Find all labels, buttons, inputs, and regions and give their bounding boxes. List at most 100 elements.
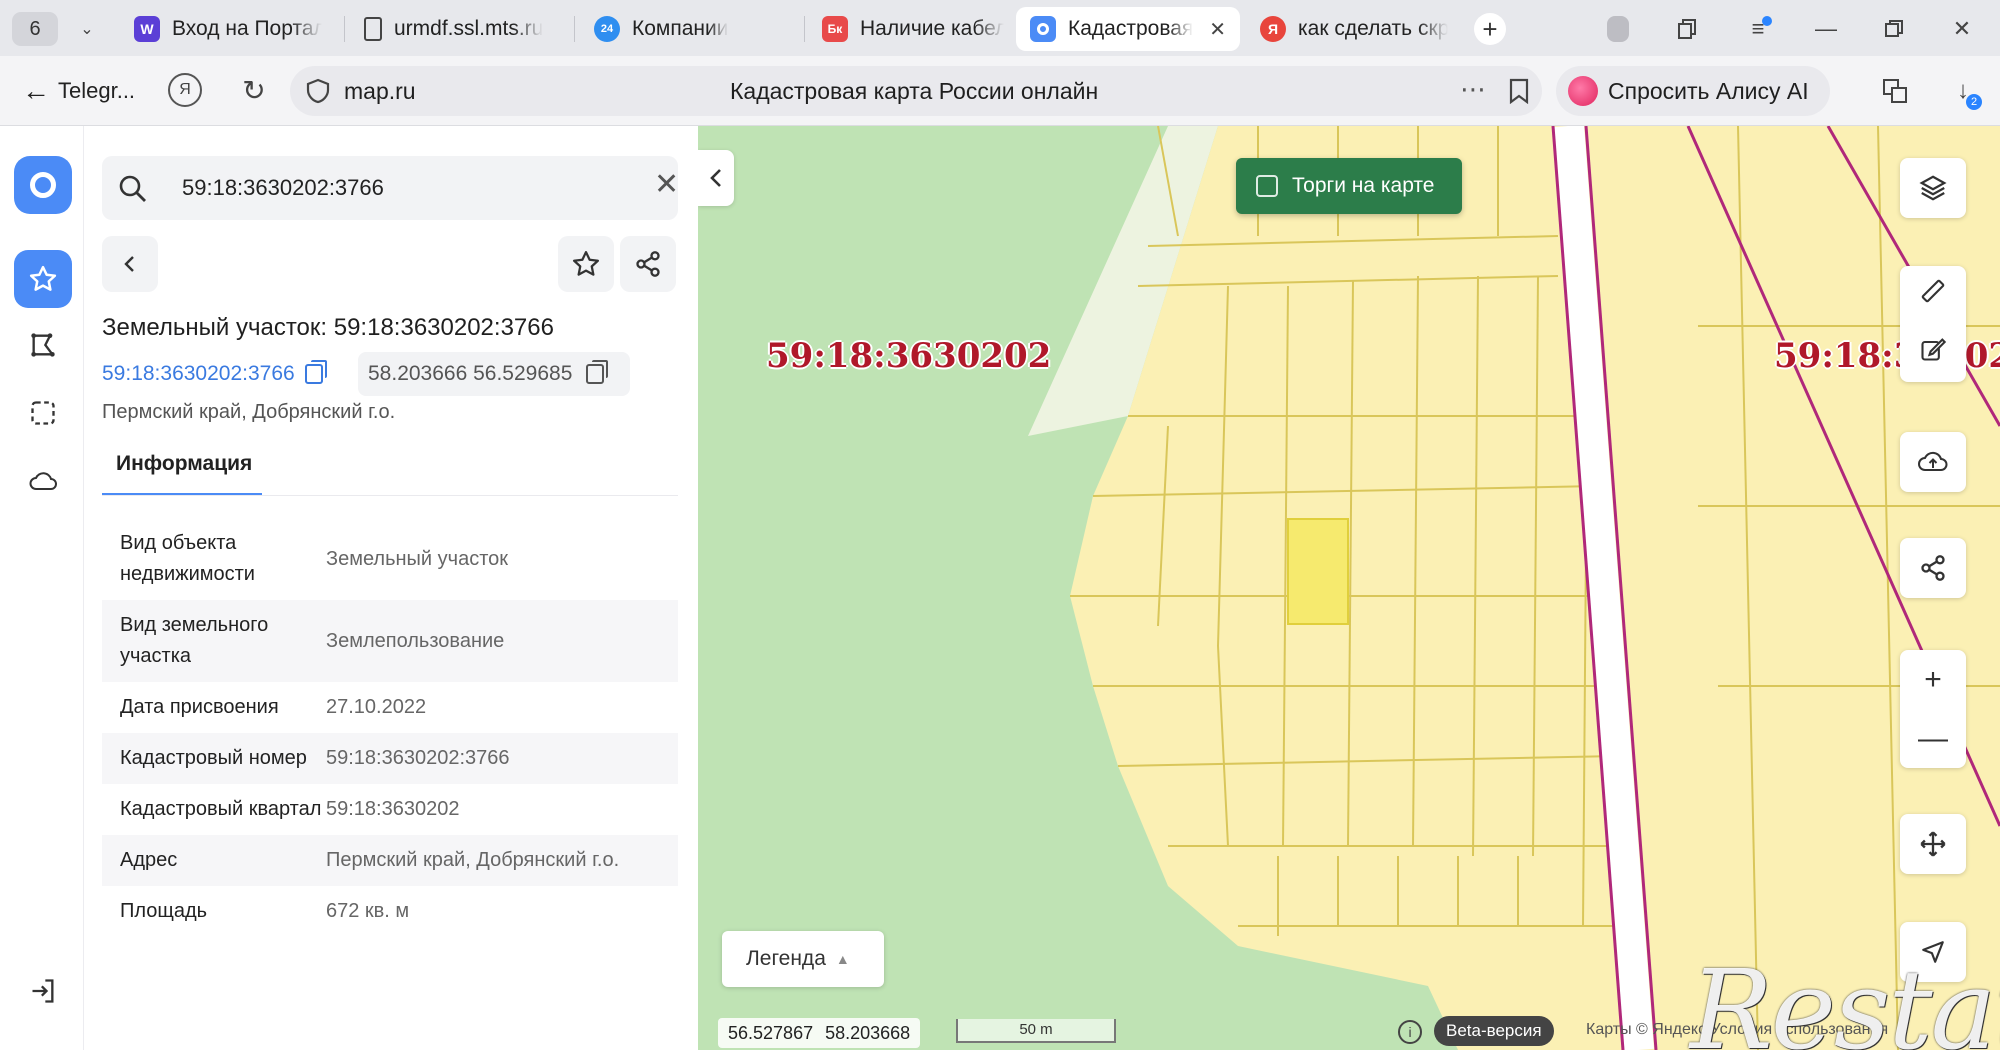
- legend-label: Легенда: [746, 947, 826, 970]
- tab-count-button[interactable]: 6: [12, 12, 58, 46]
- reload-icon[interactable]: ↻: [236, 72, 272, 108]
- ask-alice-button[interactable]: Спросить Алису AI: [1556, 66, 1830, 116]
- copy-icon[interactable]: [304, 360, 327, 384]
- more-icon[interactable]: ⋯: [1460, 74, 1487, 105]
- auctions-toggle[interactable]: Торги на карте: [1236, 158, 1462, 214]
- beta-badge[interactable]: Beta-версия: [1434, 1016, 1554, 1046]
- edit-icon[interactable]: [1900, 335, 1966, 371]
- cad-number-link[interactable]: 59:18:3630202:3766: [102, 360, 327, 386]
- info-key: Площадь: [120, 900, 208, 922]
- info-row: Кадастровый квартал 59:18:3630202: [102, 784, 678, 835]
- zoom-in-icon[interactable]: +: [1900, 663, 1966, 697]
- new-tab-button[interactable]: +: [1474, 13, 1506, 45]
- browser-tab-cable[interactable]: Бк Наличие кабеля: [808, 7, 1018, 51]
- bookmark-icon[interactable]: [1508, 78, 1530, 104]
- pan-button[interactable]: [1900, 814, 1966, 874]
- info-key: Адрес: [120, 849, 178, 871]
- favorite-button[interactable]: [558, 236, 614, 292]
- favorites-rail-button[interactable]: [14, 250, 72, 308]
- tab-title: Наличие кабеля: [860, 17, 1004, 40]
- coords-chip[interactable]: 58.203666 56.529685: [358, 352, 630, 396]
- minimize-icon[interactable]: —: [1808, 12, 1844, 46]
- select-area-button[interactable]: [14, 384, 72, 442]
- collapse-panel-button[interactable]: [698, 150, 734, 206]
- info-row: Кадастровый номер 59:18:3630202:3766: [102, 733, 678, 784]
- page-title: Кадастровая карта России онлайн: [730, 78, 1099, 104]
- cloud-icon: [29, 472, 57, 490]
- info-value: 672 кв. м: [326, 900, 410, 922]
- zoom-out-icon[interactable]: —: [1900, 722, 1966, 756]
- dashed-square-icon: [31, 401, 55, 425]
- bk-favicon-icon: Бк: [822, 16, 848, 42]
- quarter-label: 59:18:3630202: [766, 336, 1052, 376]
- draw-tools-group: [1900, 266, 1966, 382]
- close-window-icon[interactable]: ✕: [1944, 12, 1980, 46]
- login-button[interactable]: [14, 962, 72, 1020]
- search-icon: [119, 175, 146, 202]
- coords-text: 58.203666 56.529685: [368, 362, 573, 385]
- app-logo-icon[interactable]: [14, 156, 72, 214]
- layers-button[interactable]: [1900, 158, 1966, 218]
- info-icon[interactable]: i: [1398, 1020, 1422, 1044]
- quarter-label-clip: 59:18:3630202: [1774, 336, 2000, 386]
- page-icon: [364, 17, 382, 41]
- watermark: Restate: [1690, 946, 2000, 1050]
- legend-button[interactable]: Легенда ▲: [722, 931, 884, 987]
- browser-tab-bar: 6 ⌄ W Вход на Портал urmdf.ssl.mts.ru 24…: [0, 0, 2000, 56]
- info-key: Вид земельного участка: [120, 614, 269, 667]
- checkbox[interactable]: [1256, 175, 1278, 197]
- coord-lon: 56.527867: [728, 1022, 814, 1043]
- portal-favicon-icon: W: [134, 16, 160, 42]
- url-domain: map.ru: [344, 78, 416, 104]
- back-button[interactable]: ← Telegr...: [22, 72, 135, 110]
- object-region: Пермский край, Добрянский г.о.: [102, 401, 396, 423]
- cloud-rail-button[interactable]: [14, 452, 72, 510]
- address-bar: ← Telegr... Я ↻ map.ru Кадастровая карта…: [0, 56, 2000, 126]
- back-label: Telegr...: [58, 78, 136, 103]
- copy-icon[interactable]: [586, 360, 609, 384]
- map-layer[interactable]: [698, 126, 2000, 1050]
- browser-tab-portal[interactable]: W Вход на Портал: [120, 7, 338, 51]
- info-key: Кадастровый квартал: [120, 798, 322, 820]
- back-panel-button[interactable]: [102, 236, 158, 292]
- info-value: Землепользование: [326, 629, 505, 652]
- info-value: 27.10.2022: [326, 696, 427, 718]
- tabs-collection-icon[interactable]: [1670, 12, 1706, 46]
- cloud-upload-icon: [1918, 451, 1948, 471]
- share-icon: [1921, 555, 1945, 581]
- polygon-tool-button[interactable]: [14, 316, 72, 374]
- cad-number-text[interactable]: 59:18:3630202:3766: [102, 362, 295, 386]
- chevron-left-icon: [124, 256, 134, 272]
- search-input[interactable]: 59:18:3630202:3766: [182, 175, 384, 201]
- star-icon: [29, 265, 57, 291]
- login-icon: [32, 979, 54, 1003]
- tab-information[interactable]: Информация: [102, 446, 262, 496]
- browser-tab-cadastre[interactable]: Кадастровая ✕: [1016, 7, 1240, 51]
- map-share-button[interactable]: [1900, 538, 1966, 598]
- info-value: Земельный участок: [326, 547, 509, 570]
- upload-button[interactable]: [1900, 432, 1966, 492]
- cadastre-favicon-icon: [1030, 16, 1056, 42]
- menu-icon[interactable]: ≡: [1740, 12, 1776, 46]
- chevron-up-icon: ▲: [835, 951, 850, 967]
- profile-icon[interactable]: [1600, 12, 1636, 46]
- browser-tab-companies[interactable]: 24 Компании: [580, 7, 798, 51]
- ruler-icon[interactable]: [1900, 277, 1966, 313]
- map-canvas[interactable]: Торги на карте 59:18:3630202 59:18:36302…: [698, 126, 2000, 1050]
- url-field[interactable]: map.ru Кадастровая карта России онлайн ⋯: [290, 66, 1542, 116]
- browser-tab-howto[interactable]: Я как сделать скр: [1246, 7, 1464, 51]
- yandex-icon[interactable]: Я: [168, 73, 202, 107]
- translate-icon[interactable]: [1878, 74, 1912, 108]
- clear-search-icon[interactable]: ✕: [654, 170, 679, 200]
- bitrix24-icon: 24: [594, 16, 620, 42]
- restore-icon[interactable]: [1876, 12, 1912, 46]
- info-row: Дата присвоения 27.10.2022: [102, 682, 678, 733]
- info-table: Вид объекта недвижимости Земельный участо…: [102, 518, 678, 937]
- browser-tab-urmdf[interactable]: urmdf.ssl.mts.ru: [350, 7, 568, 51]
- share-button[interactable]: [620, 236, 676, 292]
- quarter-label: 59:18:3630202: [1774, 336, 2000, 376]
- search-box[interactable]: 59:18:3630202:3766 ✕: [102, 156, 679, 220]
- info-row: Вид объекта недвижимости Земельный участо…: [102, 518, 678, 600]
- close-tab-icon[interactable]: ✕: [1209, 17, 1226, 42]
- chevron-down-icon[interactable]: ⌄: [72, 12, 102, 46]
